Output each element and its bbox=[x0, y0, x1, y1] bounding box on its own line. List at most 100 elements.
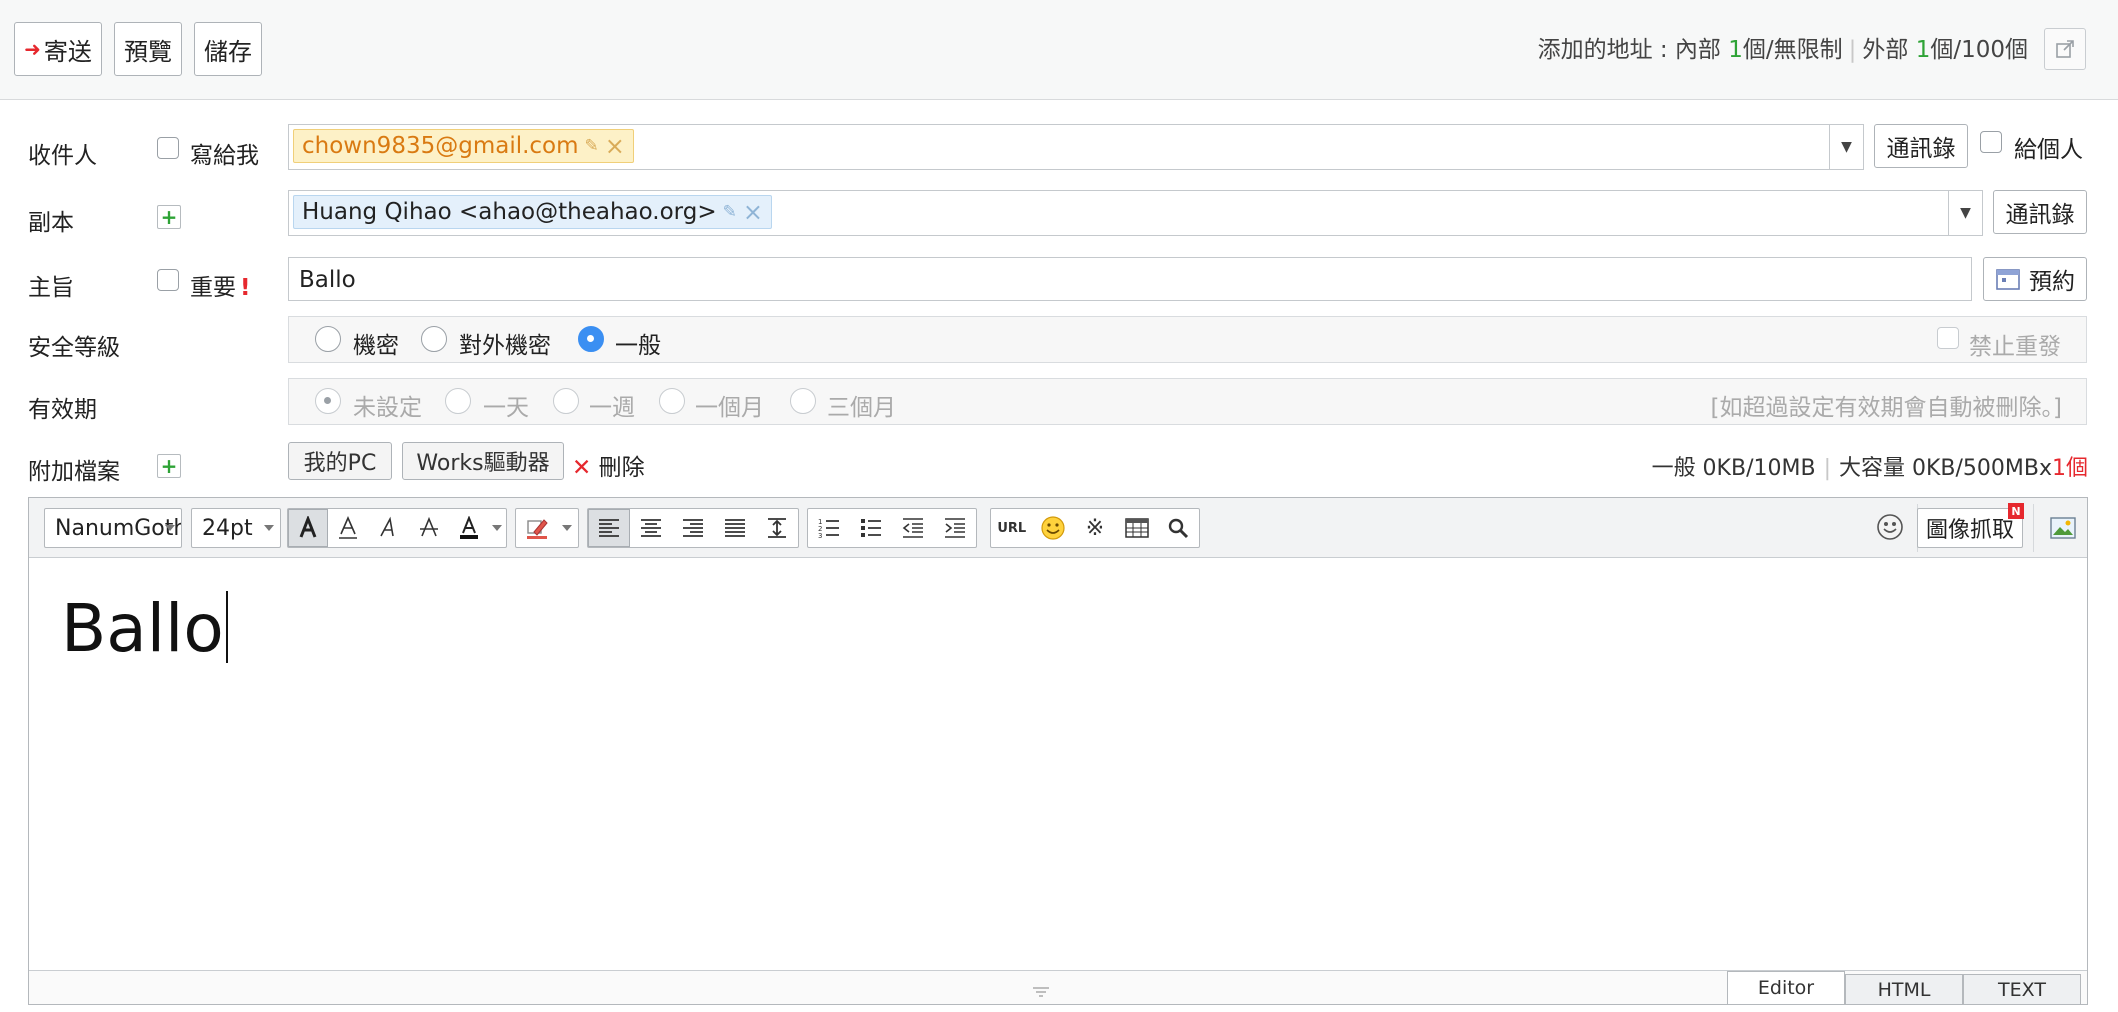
send-button[interactable]: ➜ 寄送 bbox=[14, 22, 102, 76]
highlight-dropdown[interactable] bbox=[558, 509, 576, 547]
security-radio-external-confidential[interactable] bbox=[421, 326, 447, 352]
font-family-select[interactable]: NanumGothic bbox=[44, 508, 182, 548]
tab-text[interactable]: TEXT bbox=[1963, 974, 2081, 1004]
recipient-tag[interactable]: chown9835@gmail.com ✎ × bbox=[293, 129, 634, 163]
my-pc-button[interactable]: 我的PC bbox=[288, 442, 392, 480]
cc-field[interactable]: Huang Qihao <ahao@theahao.org> ✎ × ▼ bbox=[288, 190, 1983, 236]
smiley-icon bbox=[1041, 516, 1065, 540]
align-center-button[interactable] bbox=[630, 509, 672, 547]
security-option-normal: 一般 bbox=[615, 333, 661, 359]
editor-body[interactable]: Ballo bbox=[61, 590, 228, 667]
validity-radio-one-week[interactable] bbox=[553, 388, 579, 414]
schedule-button[interactable]: 預約 bbox=[1983, 257, 2087, 301]
pencil-icon[interactable]: ✎ bbox=[585, 136, 599, 156]
plus-icon: + bbox=[160, 454, 178, 478]
delete-label: 刪除 bbox=[598, 455, 645, 481]
validity-radio-one-day[interactable] bbox=[445, 388, 471, 414]
validity-label: 有效期 bbox=[28, 397, 97, 423]
new-badge: N bbox=[2008, 503, 2024, 519]
individual-checkbox[interactable] bbox=[1980, 131, 2002, 153]
outdent-icon bbox=[902, 518, 923, 538]
unordered-list-icon bbox=[861, 519, 881, 537]
internal-suffix: 個/無限制 bbox=[1742, 37, 1843, 63]
security-panel: 機密 對外機密 一般 禁止重發 bbox=[288, 316, 2087, 363]
italic-button[interactable] bbox=[368, 509, 408, 547]
special-char-button[interactable]: ※ bbox=[1074, 509, 1116, 547]
unordered-list-button[interactable] bbox=[850, 509, 892, 547]
font-color-button[interactable] bbox=[449, 509, 489, 547]
attachment-add-button[interactable]: + bbox=[157, 454, 181, 478]
tab-editor[interactable]: Editor bbox=[1727, 971, 1845, 1004]
font-color-dropdown[interactable] bbox=[489, 509, 506, 547]
large-size: 大容量 0KB/500MBx bbox=[1838, 456, 2052, 481]
indent-button[interactable] bbox=[934, 509, 976, 547]
recipient-address-book-button[interactable]: 通訊錄 bbox=[1874, 124, 1968, 168]
works-drive-button[interactable]: Works驅動器 bbox=[402, 442, 564, 480]
bold-button[interactable] bbox=[288, 509, 329, 547]
align-right-icon bbox=[683, 519, 703, 537]
security-radio-confidential[interactable] bbox=[315, 326, 341, 352]
emoticon-face-icon bbox=[1877, 514, 1903, 540]
validity-radio-one-month[interactable] bbox=[659, 388, 685, 414]
sticker-button[interactable] bbox=[1869, 506, 1911, 548]
insert-image-button[interactable] bbox=[2047, 510, 2079, 546]
text-style-group bbox=[287, 508, 507, 548]
subject-input[interactable]: Ballo bbox=[288, 257, 1972, 301]
important-mark: ! bbox=[240, 275, 251, 301]
ordered-list-button[interactable]: 123 bbox=[808, 509, 850, 547]
strikethrough-button[interactable] bbox=[408, 509, 448, 547]
underline-button[interactable] bbox=[328, 509, 368, 547]
validity-radio-three-months[interactable] bbox=[790, 388, 816, 414]
tab-html[interactable]: HTML bbox=[1845, 974, 1963, 1004]
external-suffix: 個/100個 bbox=[1930, 37, 2028, 63]
toolbar-divider bbox=[2033, 504, 2034, 552]
resize-grip-icon bbox=[1033, 987, 1049, 997]
pencil-icon[interactable]: ✎ bbox=[723, 202, 737, 222]
important-text: 重要 bbox=[190, 275, 236, 301]
align-left-button[interactable] bbox=[588, 509, 630, 547]
insert-link-button[interactable]: URL bbox=[991, 509, 1033, 547]
font-size-select[interactable]: 24pt bbox=[191, 508, 281, 548]
image-icon bbox=[2050, 517, 2076, 539]
cc-address-book-button[interactable]: 通訊錄 bbox=[1993, 190, 2087, 234]
external-link-icon bbox=[2056, 40, 2074, 58]
outdent-button[interactable] bbox=[892, 509, 934, 547]
validity-option-one-week: 一週 bbox=[589, 395, 635, 421]
alignment-group bbox=[587, 508, 799, 548]
image-capture-button[interactable]: 圖像抓取 N bbox=[1917, 503, 2024, 548]
recipient-field[interactable]: chown9835@gmail.com ✎ × ▼ bbox=[288, 124, 1864, 170]
preview-button[interactable]: 預覽 bbox=[114, 22, 182, 76]
write-to-me-checkbox[interactable] bbox=[157, 137, 179, 159]
popout-button[interactable] bbox=[2044, 28, 2086, 70]
forward-block-checkbox[interactable] bbox=[1937, 327, 1959, 349]
strikethrough-icon bbox=[419, 516, 438, 537]
line-height-button[interactable] bbox=[756, 509, 798, 547]
emoticon-button[interactable] bbox=[1033, 509, 1075, 547]
cc-label: 副本 bbox=[28, 210, 74, 236]
highlight-button[interactable] bbox=[516, 509, 558, 547]
cc-tag[interactable]: Huang Qihao <ahao@theahao.org> ✎ × bbox=[293, 195, 772, 229]
cc-add-button[interactable]: + bbox=[157, 205, 181, 229]
align-right-button[interactable] bbox=[672, 509, 714, 547]
list-group: 123 bbox=[807, 508, 977, 548]
table-button[interactable] bbox=[1116, 509, 1158, 547]
save-button[interactable]: 儲存 bbox=[194, 22, 262, 76]
search-icon bbox=[1168, 518, 1189, 539]
align-justify-button[interactable] bbox=[714, 509, 756, 547]
chevron-down-icon bbox=[264, 525, 274, 531]
important-checkbox[interactable] bbox=[157, 269, 179, 291]
delete-attachment-button[interactable]: ✕ 刪除 bbox=[572, 448, 645, 482]
internal-count: 1 bbox=[1728, 37, 1743, 63]
recipient-dropdown-button[interactable]: ▼ bbox=[1829, 125, 1863, 169]
resize-handle[interactable] bbox=[1031, 979, 1051, 997]
cc-dropdown-button[interactable]: ▼ bbox=[1948, 191, 1982, 235]
highlighter-icon bbox=[527, 519, 548, 539]
validity-radio-unset[interactable] bbox=[315, 388, 341, 414]
security-radio-normal[interactable] bbox=[578, 326, 604, 352]
search-button[interactable] bbox=[1157, 509, 1199, 547]
close-icon[interactable]: × bbox=[743, 198, 763, 226]
ordered-list-icon: 123 bbox=[818, 518, 839, 539]
close-icon[interactable]: × bbox=[605, 132, 625, 160]
addr-prefix: 添加的地址 : 內部 bbox=[1537, 37, 1729, 63]
highlight-group bbox=[515, 508, 579, 548]
